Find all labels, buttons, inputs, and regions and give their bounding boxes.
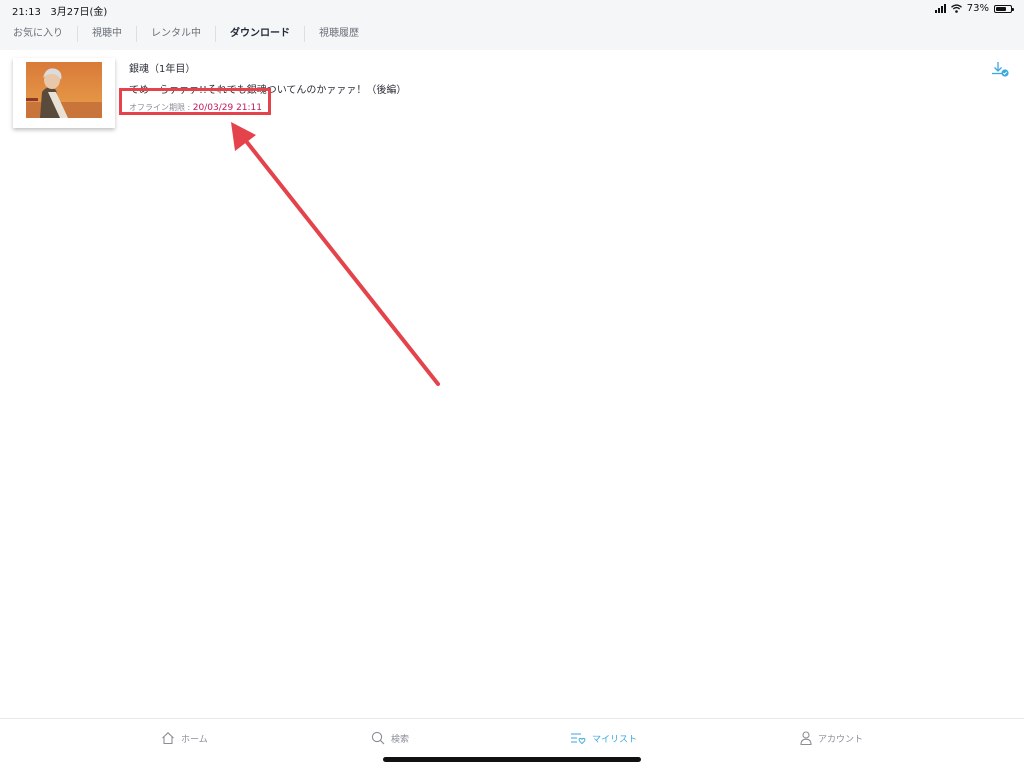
status-time-date: 21:13 3月27日(金) [12, 3, 107, 18]
nav-mylist[interactable]: マイリスト [570, 731, 637, 745]
mylist-tab-bar: お気に入り 視聴中 レンタル中 ダウンロード 視聴履歴 [0, 18, 1024, 50]
mylist-icon [571, 733, 586, 745]
nav-search[interactable]: 検索 [371, 731, 409, 745]
tab-download[interactable]: ダウンロード [216, 26, 305, 42]
home-icon [162, 732, 174, 745]
nav-home-label: ホーム [181, 734, 208, 745]
status-indicators: 73% [934, 3, 1014, 14]
battery-percent: 73% [966, 3, 989, 14]
nav-account[interactable]: アカウント [800, 731, 863, 745]
cellular-signal-icon [934, 4, 946, 13]
nav-home[interactable]: ホーム [161, 731, 208, 745]
download-complete-icon[interactable] [990, 60, 1010, 80]
thumbnail-card[interactable] [13, 58, 115, 128]
nav-account-label: アカウント [818, 734, 864, 745]
home-indicator[interactable] [383, 757, 641, 762]
annotation-highlight-box [119, 88, 271, 115]
account-icon [800, 731, 812, 745]
status-time: 21:13 [12, 7, 41, 18]
tab-history[interactable]: 視聴履歴 [305, 26, 373, 42]
battery-level-fill [996, 6, 1006, 11]
tab-favorites[interactable]: お気に入り [0, 26, 78, 42]
battery-icon [994, 4, 1014, 13]
anime-thumbnail-image [26, 62, 102, 118]
series-title: 銀魂（1年目） [129, 64, 196, 75]
nav-search-label: 検索 [391, 734, 410, 745]
wifi-icon [950, 4, 962, 13]
status-date: 3月27日(金) [50, 7, 108, 18]
tab-watching[interactable]: 視聴中 [78, 26, 137, 42]
nav-mylist-label: マイリスト [592, 734, 638, 745]
search-icon [371, 731, 385, 745]
app-screen: 21:13 3月27日(金) 73% お気に入り 視聴中 レンタル中 ダウンロー… [0, 0, 1024, 768]
status-bar: 21:13 3月27日(金) 73% [0, 0, 1024, 18]
tab-rental[interactable]: レンタル中 [137, 26, 216, 42]
